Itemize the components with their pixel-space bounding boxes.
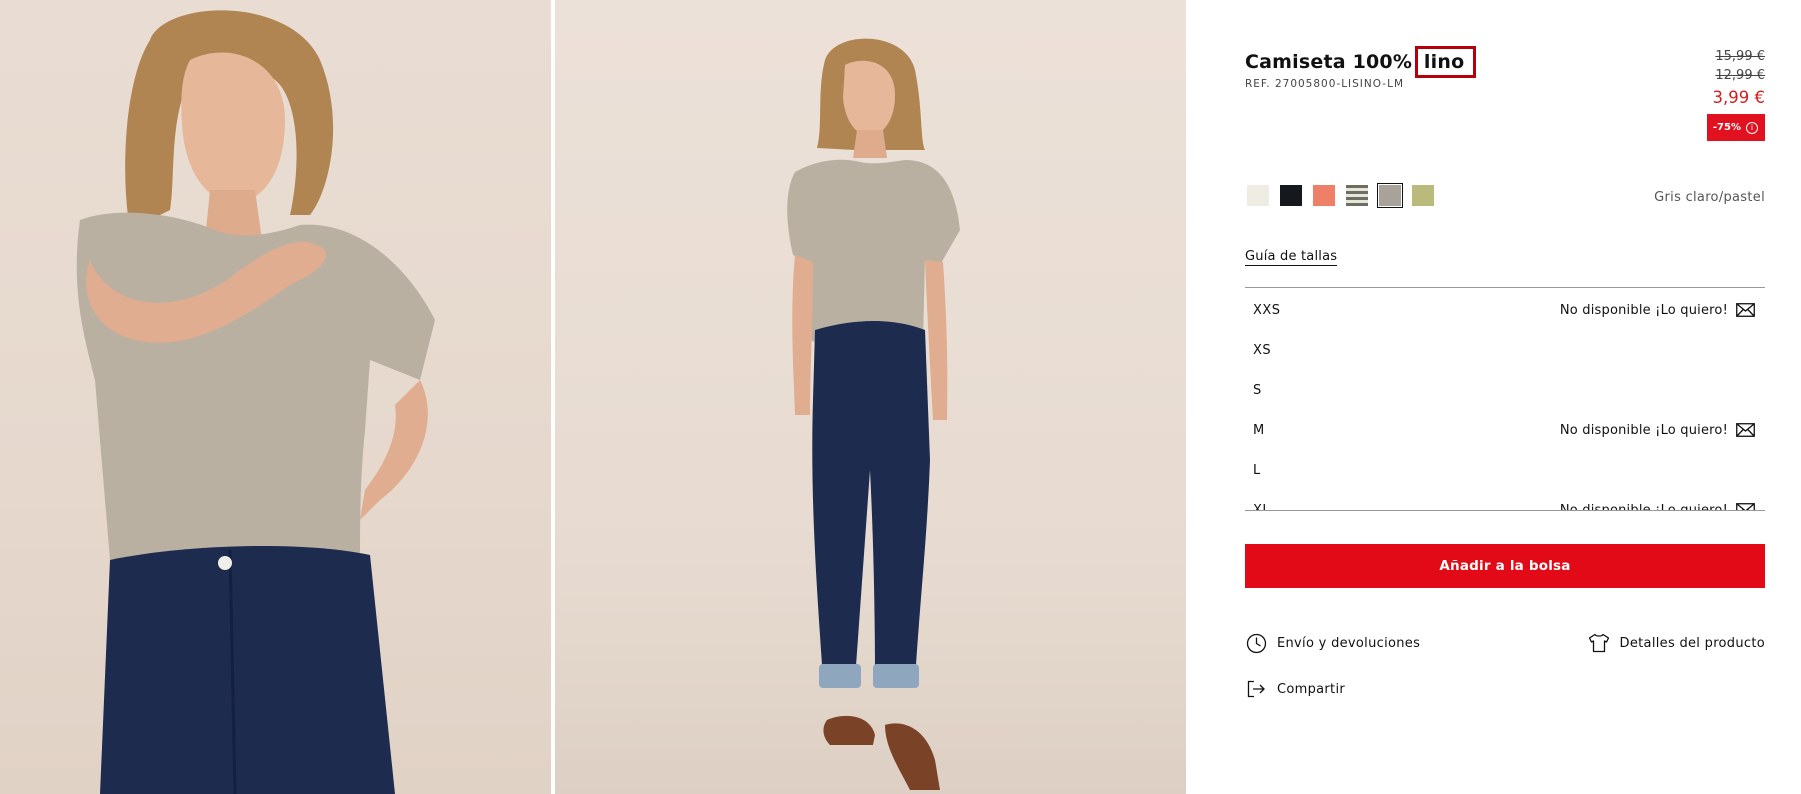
size-option-l[interactable]: L	[1245, 450, 1765, 490]
model-closeup-illustration	[76, 10, 435, 794]
size-unavailable-notice[interactable]: No disponible ¡Lo quiero!	[1559, 502, 1755, 511]
size-status: No disponible ¡Lo quiero!	[1559, 422, 1728, 438]
size-guide-link[interactable]: Guía de tallas	[1245, 249, 1338, 266]
shipping-returns-label: Envío y devoluciones	[1277, 635, 1421, 651]
color-swatch-negro[interactable]	[1280, 185, 1302, 206]
info-icon[interactable]: i	[1746, 121, 1758, 134]
share-icon	[1245, 678, 1267, 700]
size-label: XS	[1253, 342, 1272, 358]
discount-value: -75%	[1712, 122, 1741, 133]
product-details-link[interactable]: Detalles del producto	[1588, 632, 1765, 654]
size-label: S	[1253, 382, 1262, 398]
color-swatch-crudo[interactable]	[1247, 185, 1269, 206]
size-option-xl[interactable]: XL No disponible ¡Lo quiero!	[1245, 490, 1765, 511]
clock-icon	[1245, 632, 1267, 654]
product-reference: REF. 27005800-LISINO-LM	[1245, 78, 1405, 90]
color-swatch-verde[interactable]	[1412, 185, 1434, 206]
product-title: Camiseta 100% lino	[1245, 46, 1477, 78]
size-option-xs[interactable]: XS	[1245, 330, 1765, 370]
price-block: 15,99 € 12,99 € 3,99 € -75% i	[1706, 47, 1765, 141]
envelope-icon	[1736, 423, 1755, 437]
share-link[interactable]: Compartir	[1245, 678, 1345, 700]
add-to-bag-button[interactable]: Añadir a la bolsa	[1245, 544, 1765, 588]
color-swatch-gris-claro-pastel[interactable]	[1377, 183, 1403, 208]
product-details-label: Detalles del producto	[1619, 635, 1765, 651]
size-option-xxs[interactable]: XXS No disponible ¡Lo quiero!	[1245, 290, 1765, 330]
model-fullbody-illustration	[787, 38, 961, 790]
size-status: No disponible ¡Lo quiero!	[1559, 302, 1728, 318]
product-photo-fullbody[interactable]	[555, 0, 1187, 794]
selected-color-label: Gris claro/pastel	[1654, 190, 1765, 205]
envelope-icon	[1736, 503, 1755, 510]
color-swatches	[1247, 183, 1434, 208]
product-gallery	[0, 0, 1187, 794]
product-title-highlight: lino	[1414, 46, 1477, 78]
product-title-prefix: Camiseta 100%	[1245, 51, 1413, 73]
size-label: L	[1253, 462, 1261, 478]
size-unavailable-notice[interactable]: No disponible ¡Lo quiero!	[1560, 423, 1755, 438]
original-price-2: 12,99 €	[1715, 68, 1765, 83]
original-price-1: 15,99 €	[1715, 49, 1765, 64]
size-label: XXS	[1253, 302, 1281, 318]
envelope-icon	[1736, 303, 1755, 317]
gallery-divider	[551, 0, 554, 794]
size-status: No disponible ¡Lo quiero!	[1559, 502, 1728, 511]
discount-badge[interactable]: -75% i	[1706, 114, 1765, 141]
share-label: Compartir	[1277, 681, 1346, 697]
color-swatch-coral[interactable]	[1313, 185, 1335, 206]
size-label: M	[1253, 422, 1265, 438]
size-list[interactable]: XXS No disponible ¡Lo quiero! XS S M No …	[1245, 287, 1765, 511]
shipping-returns-link[interactable]: Envío y devoluciones	[1245, 632, 1420, 654]
color-swatch-rayas[interactable]	[1346, 185, 1368, 206]
size-unavailable-notice[interactable]: No disponible ¡Lo quiero!	[1560, 303, 1755, 318]
size-option-m[interactable]: M No disponible ¡Lo quiero!	[1245, 410, 1765, 450]
tshirt-icon	[1588, 632, 1610, 654]
current-price: 3,99 €	[1712, 88, 1765, 107]
size-label: XL	[1253, 502, 1271, 511]
product-photo-closeup[interactable]	[0, 0, 552, 794]
size-option-s[interactable]: S	[1245, 370, 1765, 410]
product-info-panel: Camiseta 100% lino REF. 27005800-LISINO-…	[1245, 0, 1765, 794]
